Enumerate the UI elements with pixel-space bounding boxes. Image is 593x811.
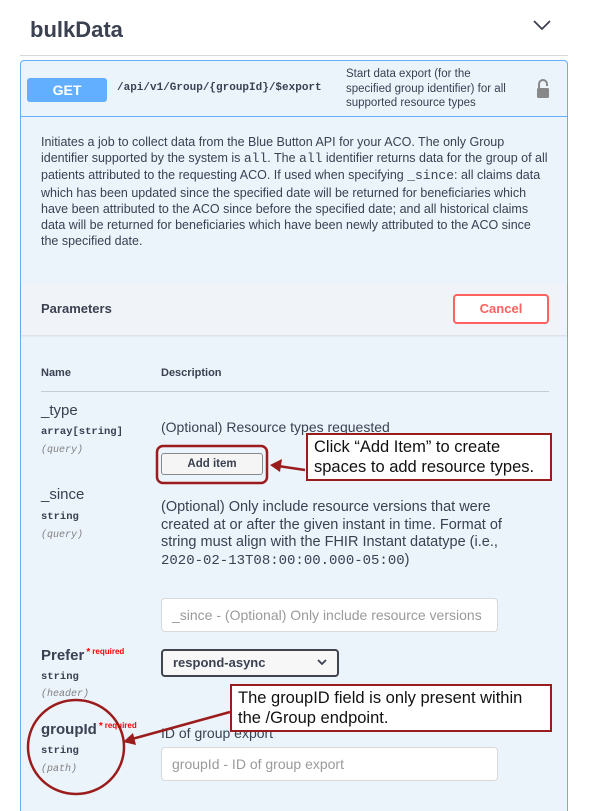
- method-badge: GET: [27, 78, 107, 102]
- param-type-groupid: string: [41, 745, 79, 757]
- param-type-prefer: string: [41, 671, 79, 683]
- required-star: *: [98, 721, 103, 732]
- add-item-button[interactable]: Add item: [161, 453, 263, 475]
- groupid-input[interactable]: groupId - ID of group export: [161, 747, 498, 781]
- param-name-since: _since: [41, 486, 85, 503]
- section-header[interactable]: bulkData: [20, 0, 568, 56]
- param-name-prefer: Prefer * required: [41, 647, 125, 664]
- operation-summary-text: Start data export (for the specified gro…: [346, 68, 506, 109]
- chevron-down-icon: [317, 659, 327, 666]
- cancel-button[interactable]: Cancel: [453, 294, 549, 324]
- since-input[interactable]: _since - (Optional) Only include resourc…: [161, 598, 498, 632]
- param-in-since: (query): [41, 530, 84, 541]
- param-name-groupid: groupId * required: [41, 721, 137, 738]
- parameters-header: Parameters Cancel: [21, 283, 567, 335]
- prefer-select[interactable]: respond-async: [161, 649, 339, 677]
- lock-icon[interactable]: [536, 79, 550, 99]
- required-label: required: [104, 721, 137, 730]
- column-header-description: Description: [161, 367, 222, 379]
- parameters-title: Parameters: [41, 301, 112, 316]
- endpoint-path: /api/v1/Group/{groupId}/$export: [117, 82, 322, 94]
- required-star: *: [86, 647, 91, 658]
- param-in-prefer: (header): [41, 689, 90, 700]
- param-type-since: string: [41, 511, 79, 523]
- param-type-type: array[string]: [41, 426, 123, 438]
- operation-summary[interactable]: GET /api/v1/Group/{groupId}/$export Star…: [21, 61, 567, 117]
- section-title: bulkData: [30, 17, 123, 42]
- param-in-type: (query): [41, 445, 84, 456]
- operation-description: Initiates a job to collect data from the…: [41, 135, 548, 249]
- required-label: required: [92, 647, 125, 656]
- annotation-callout-groupid: The groupID field is only present within…: [230, 684, 552, 732]
- annotation-callout-add-item: Click “Add Item” to create spaces to add…: [306, 433, 552, 481]
- chevron-down-icon[interactable]: [532, 18, 552, 32]
- param-name-type: _type: [41, 402, 78, 419]
- param-in-groupid: (path): [41, 764, 78, 775]
- param-desc-since: (Optional) Only include resource version…: [161, 499, 502, 569]
- divider: [41, 391, 549, 392]
- column-header-name: Name: [41, 367, 71, 379]
